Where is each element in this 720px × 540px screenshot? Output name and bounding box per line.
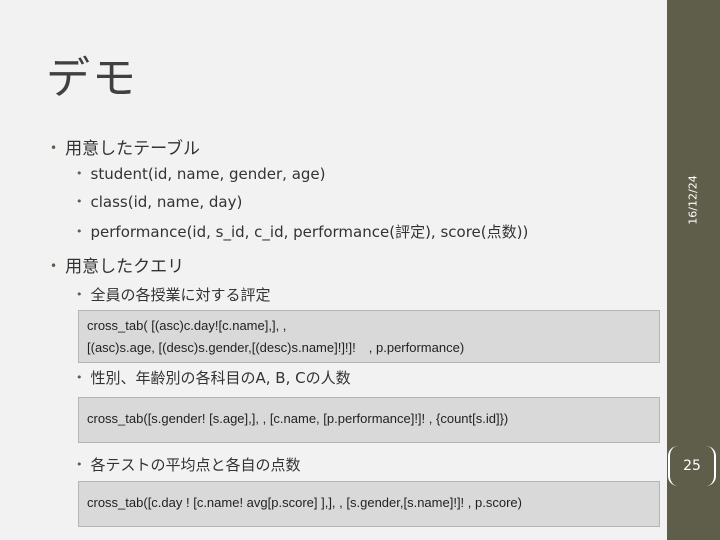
table-item-student: • student(id, name, gender, age) (76, 165, 326, 183)
code-line: cross_tab( [(asc)c.day![c.name],], , (87, 318, 287, 333)
bullet-dot: • (76, 225, 83, 238)
bullet-dot: • (76, 288, 83, 301)
query2-code-box: cross_tab([s.gender! [s.age],], , [c.nam… (78, 397, 660, 443)
table-item-text: class(id, name, day) (90, 193, 243, 211)
page-number-bracket: 25 (668, 446, 716, 486)
query3-description: • 各テストの平均点と各自の点数 (76, 454, 301, 475)
query2-description: • 性別、年齢別の各科目のA, B, Cの人数 (76, 367, 351, 388)
bullet-dot: • (50, 259, 58, 273)
code-line: cross_tab([s.gender! [s.age],], , [c.nam… (87, 411, 509, 426)
table-item-class: • class(id, name, day) (76, 193, 242, 211)
code-line: [(asc)s.age, [(desc)s.gender,[(desc)s.na… (87, 340, 465, 355)
slide-title: デモ (46, 53, 138, 104)
query1-code-box: cross_tab( [(asc)c.day![c.name],], , [(a… (78, 310, 660, 363)
query-desc-text: 性別、年齢別の各科目のA, B, Cの人数 (90, 369, 351, 387)
query-desc-text: 全員の各授業に対する評定 (90, 286, 271, 304)
bullet-dot: • (76, 167, 83, 180)
code-line: cross_tab([c.day ! [c.name! avg[p.score]… (87, 495, 522, 510)
bullet-dot: • (76, 458, 83, 471)
query1-description: • 全員の各授業に対する評定 (76, 284, 271, 305)
bullet-dot: • (50, 141, 58, 155)
date-label: 16/12/24 (686, 175, 700, 225)
bullet-dot: • (76, 371, 83, 384)
query-desc-text: 各テストの平均点と各自の点数 (90, 456, 301, 474)
bullet-dot: • (76, 195, 83, 208)
bullet-tables: • 用意したテーブル (50, 134, 200, 159)
table-item-text: student(id, name, gender, age) (90, 165, 326, 183)
bullet-text: 用意したクエリ (65, 257, 185, 277)
table-item-performance: • performance(id, s_id, c_id, performance… (76, 221, 528, 242)
bullet-text: 用意したテーブル (65, 139, 201, 159)
query3-code-box: cross_tab([c.day ! [c.name! avg[p.score]… (78, 481, 660, 527)
table-item-text: performance(id, s_id, c_id, performance(… (90, 223, 529, 241)
page-number: 25 (683, 458, 701, 474)
bullet-queries: • 用意したクエリ (50, 252, 184, 277)
